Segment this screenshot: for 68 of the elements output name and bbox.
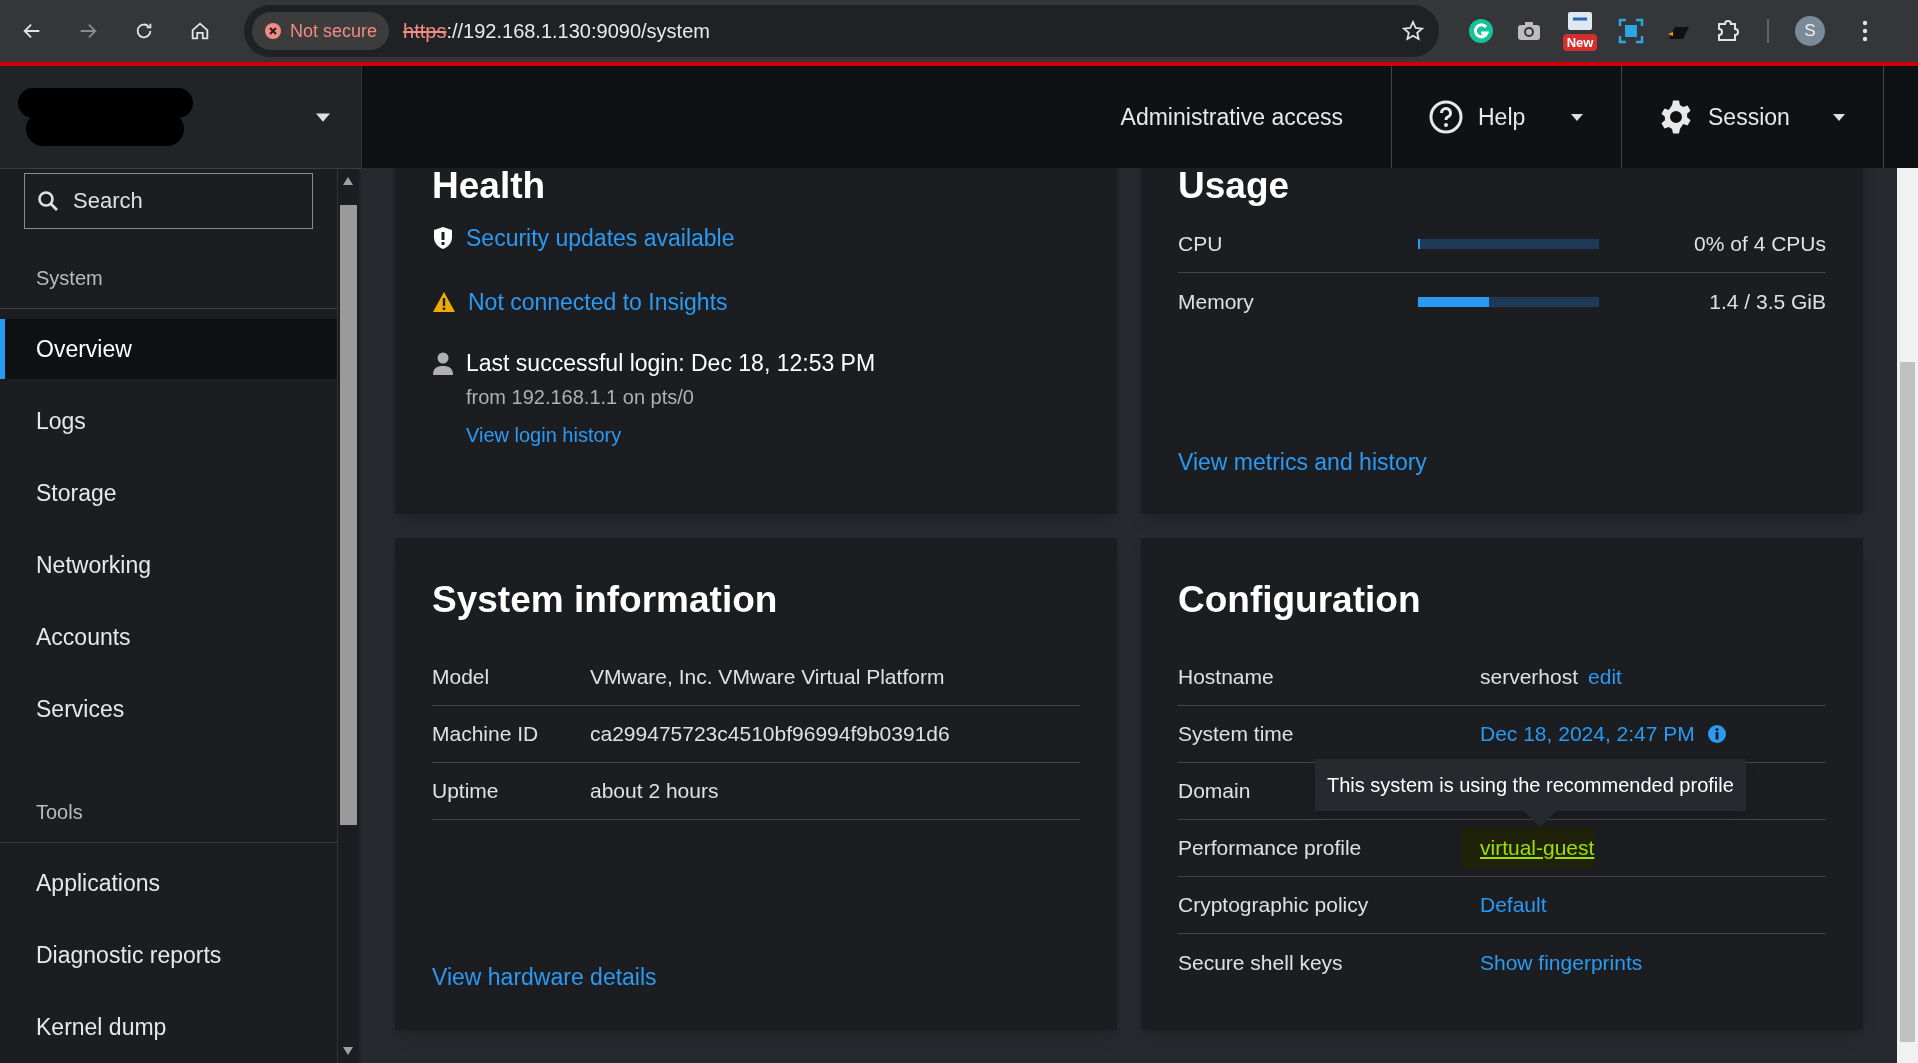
config-link[interactable]: Show fingerprints xyxy=(1480,946,1643,979)
config-label: Performance profile xyxy=(1178,836,1362,860)
config-link[interactable]: Dec 18, 2024, 2:47 PM xyxy=(1480,718,1695,750)
address-bar[interactable]: Not secure https://192.168.1.130:9090/system xyxy=(244,5,1439,57)
config-label: Domain xyxy=(1178,779,1251,803)
info-label: Uptime xyxy=(432,778,500,805)
info-label: Machine ID xyxy=(432,721,540,748)
nav-item[interactable]: Kernel dump xyxy=(0,997,337,1057)
tooltip-arrow xyxy=(1524,811,1556,827)
extension-icon[interactable] xyxy=(1567,11,1593,31)
nav-item[interactable]: Overview xyxy=(0,319,337,379)
help-icon xyxy=(1428,99,1464,135)
info-value: ca299475723c4510bf96994f9b0391d6 xyxy=(590,721,950,748)
scroll-down-icon[interactable] xyxy=(343,1047,353,1055)
meter-label: Memory xyxy=(1178,288,1255,315)
card-title: Usage xyxy=(1178,168,1291,208)
hardware-details-link[interactable]: View hardware details xyxy=(432,959,657,994)
metrics-link[interactable]: View metrics and history xyxy=(1178,445,1427,480)
config-label: Cryptographic policy xyxy=(1178,893,1369,917)
caret-icon xyxy=(1831,111,1847,123)
sidebar-scroll-thumb[interactable] xyxy=(340,205,357,825)
error-icon xyxy=(264,22,282,40)
new-badge: New xyxy=(1563,34,1597,51)
screen-capture-icon[interactable] xyxy=(1617,17,1645,45)
grammar-extension-icon[interactable] xyxy=(1467,17,1495,45)
config-link[interactable]: Default xyxy=(1480,889,1547,921)
nav-item[interactable]: Diagnostic reports xyxy=(0,925,337,985)
scrollbar[interactable] xyxy=(1897,168,1918,1063)
info-label: Model xyxy=(432,664,491,691)
nav-item[interactable]: Services xyxy=(0,679,337,739)
caret-icon xyxy=(1569,111,1585,123)
edit-link[interactable]: edit xyxy=(1588,661,1622,693)
scroll-thumb[interactable] xyxy=(1900,362,1915,1042)
info-value: VMware, Inc. VMware Virtual Platform xyxy=(590,664,945,691)
admin-access-button[interactable]: Administrative access xyxy=(1072,66,1391,168)
search-field[interactable]: Search xyxy=(24,173,313,229)
config-label: Hostname xyxy=(1178,665,1274,689)
info-icon[interactable] xyxy=(1706,724,1727,744)
login-history-link[interactable]: View login history xyxy=(466,420,876,450)
nav-item[interactable]: Storage xyxy=(0,463,337,523)
card-title: Configuration xyxy=(1178,578,1422,622)
nav-item[interactable]: Accounts xyxy=(0,607,337,667)
card-title: System information xyxy=(432,578,779,622)
meter-label: CPU xyxy=(1178,231,1224,258)
meter-reading: 1.4 / 3.5 GiB xyxy=(1708,288,1826,315)
scroll-up-icon[interactable] xyxy=(343,177,353,185)
bookmark-star-icon[interactable] xyxy=(1401,19,1425,43)
nav-item[interactable]: Logs xyxy=(0,391,337,451)
login-detail: from 192.168.1.1 on pts/0 xyxy=(466,385,695,410)
config-value: serverhost xyxy=(1480,664,1579,691)
config-label: System time xyxy=(1178,722,1294,746)
nav-item[interactable]: Applications xyxy=(0,853,337,913)
shield-icon xyxy=(432,226,454,251)
health-link[interactable]: Not connected to Insights xyxy=(468,284,728,319)
health-link[interactable]: Security updates available xyxy=(466,221,735,256)
url-text[interactable]: https://192.168.1.130:9090/system xyxy=(403,16,1401,46)
user-icon xyxy=(432,352,454,376)
meter-reading: 0% of 4 CPUs xyxy=(1693,231,1826,258)
config-link[interactable]: virtual-guest xyxy=(1462,828,1595,868)
search-icon xyxy=(36,189,60,213)
info-value: about 2 hours xyxy=(590,778,719,805)
card-title: Health xyxy=(432,168,547,208)
sidebar-scrollbar[interactable] xyxy=(337,169,359,1063)
login-text: Last successful login: Dec 18, 12:53 PM xyxy=(466,349,876,378)
config-label: Secure shell keys xyxy=(1178,950,1343,974)
security-chip[interactable]: Not secure xyxy=(252,12,390,50)
warning-icon xyxy=(432,290,456,313)
nav-item[interactable]: Networking xyxy=(0,535,337,595)
